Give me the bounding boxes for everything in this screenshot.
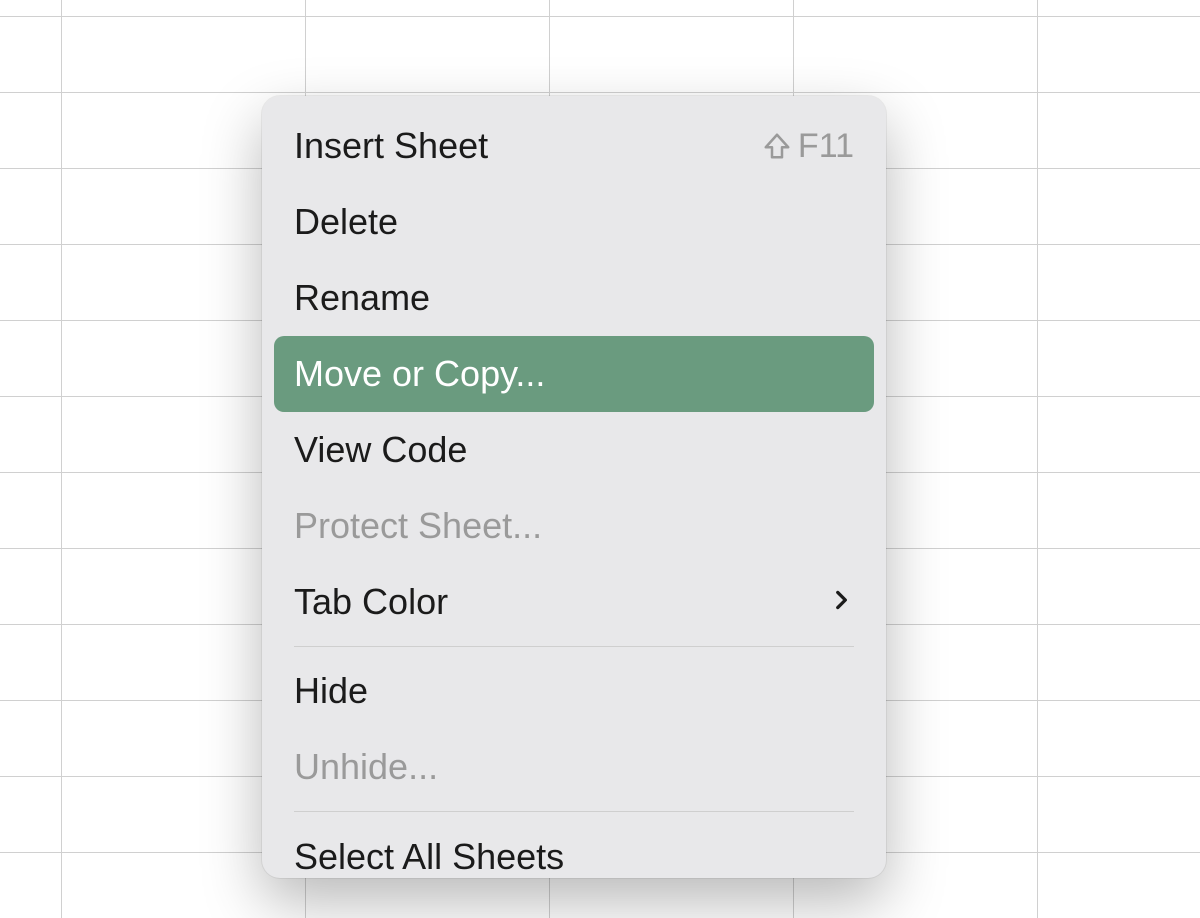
chevron-right-icon — [828, 583, 854, 622]
menu-item-label: Protect Sheet... — [294, 505, 542, 547]
menu-insert-sheet[interactable]: Insert Sheet F11 — [262, 108, 886, 184]
menu-hide[interactable]: Hide — [262, 653, 886, 729]
menu-item-label: Insert Sheet — [294, 125, 488, 167]
menu-view-code[interactable]: View Code — [262, 412, 886, 488]
shortcut-label: F11 — [762, 127, 854, 166]
menu-move-or-copy[interactable]: Move or Copy... — [274, 336, 874, 412]
menu-item-label: Hide — [294, 670, 368, 712]
menu-item-label: Tab Color — [294, 581, 448, 623]
menu-item-label: View Code — [294, 429, 467, 471]
menu-protect-sheet: Protect Sheet... — [262, 488, 886, 564]
menu-delete[interactable]: Delete — [262, 184, 886, 260]
shortcut-text: F11 — [798, 127, 854, 166]
menu-item-label: Unhide... — [294, 746, 438, 788]
shift-key-icon — [762, 131, 792, 161]
menu-tab-color[interactable]: Tab Color — [262, 564, 886, 640]
menu-item-label: Delete — [294, 201, 398, 243]
sheet-context-menu: Insert Sheet F11 Delete Rename Move or C… — [262, 96, 886, 878]
menu-item-label: Rename — [294, 277, 430, 319]
menu-item-label: Move or Copy... — [294, 353, 545, 395]
menu-select-all-sheets[interactable]: Select All Sheets — [262, 818, 886, 878]
menu-separator — [294, 811, 854, 812]
menu-item-label: Select All Sheets — [294, 836, 564, 878]
menu-separator — [294, 646, 854, 647]
menu-rename[interactable]: Rename — [262, 260, 886, 336]
menu-unhide: Unhide... — [262, 729, 886, 805]
